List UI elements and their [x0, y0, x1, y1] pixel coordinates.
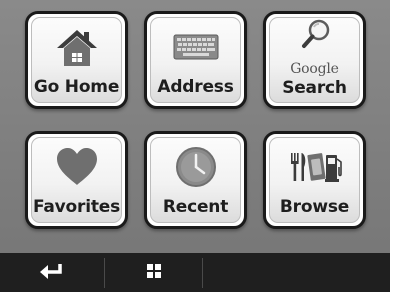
google-search-label: Google Search: [266, 60, 363, 98]
google-wordmark: Google: [290, 61, 339, 77]
google-search-button[interactable]: Google Search: [263, 11, 366, 109]
browse-button[interactable]: Browse: [263, 131, 366, 229]
recent-button[interactable]: Recent: [144, 131, 247, 229]
heart-icon: [28, 142, 125, 192]
house-icon: [28, 22, 125, 72]
toolbar-divider: [202, 258, 203, 288]
go-home-button[interactable]: Go Home: [25, 11, 128, 109]
keyboard-icon: [147, 22, 244, 72]
grid-button[interactable]: [105, 253, 202, 292]
back-button[interactable]: [0, 253, 104, 292]
go-home-label: Go Home: [33, 77, 120, 97]
address-label: Address: [157, 77, 234, 97]
bottom-toolbar: [0, 253, 394, 292]
favorites-button[interactable]: Favorites: [25, 131, 128, 229]
recent-label: Recent: [162, 197, 229, 217]
favorites-label: Favorites: [32, 197, 121, 217]
menu-screen: Go Home Address Google Search Favorites …: [0, 0, 394, 292]
screen-edge: [390, 0, 394, 292]
clock-icon: [147, 142, 244, 192]
poi-icon: [266, 142, 363, 192]
magnifier-icon: [266, 18, 363, 52]
browse-label: Browse: [279, 197, 350, 217]
grid-icon: [146, 263, 161, 282]
back-arrow-icon: [38, 262, 66, 284]
address-button[interactable]: Address: [144, 11, 247, 109]
search-word: Search: [282, 78, 347, 98]
